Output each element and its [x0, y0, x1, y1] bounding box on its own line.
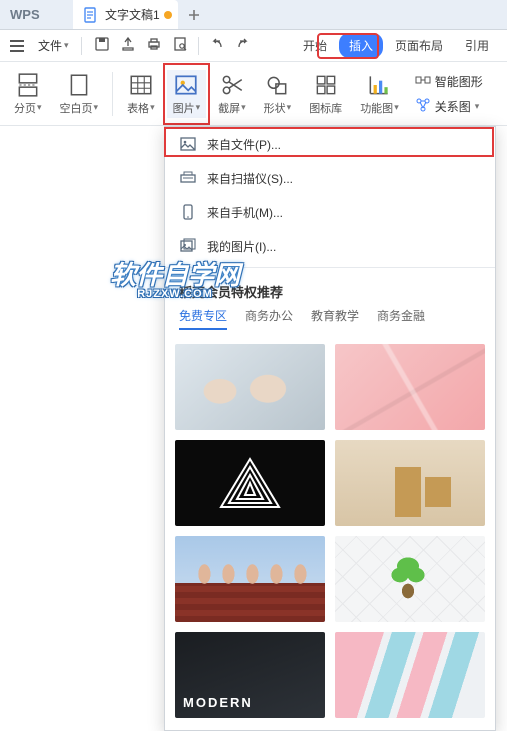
image-file-icon [179, 135, 197, 153]
quick-access-toolbar [94, 36, 251, 55]
shape-button[interactable]: 形状▾ [258, 70, 298, 118]
phone-icon [179, 203, 197, 221]
export-icon[interactable] [120, 36, 136, 55]
smart-shape-label: 智能图形 [435, 73, 483, 90]
category-business-finance[interactable]: 商务金融 [377, 307, 425, 330]
picture-icon [173, 72, 199, 98]
hamburger-icon[interactable] [8, 34, 26, 58]
category-business-office[interactable]: 商务办公 [245, 307, 293, 330]
thumbnail-pink-polygon[interactable] [335, 344, 485, 430]
tab-start[interactable]: 开始 [293, 33, 337, 58]
menu-from-file[interactable]: 来自文件(P)... [165, 127, 495, 161]
thumbnail-business-people[interactable] [335, 440, 485, 526]
menu-from-phone-label: 来自手机(M)... [207, 204, 283, 221]
category-education[interactable]: 教育教学 [311, 307, 359, 330]
menu-from-file-label: 来自文件(P)... [207, 136, 281, 153]
recommendation-title: 稻壳会员特权推荐 [165, 272, 495, 307]
new-tab-button[interactable] [178, 0, 210, 29]
save-icon[interactable] [94, 36, 110, 55]
thumbnail-grid: MODERN [165, 338, 495, 730]
file-menu-label: 文件 [38, 37, 62, 54]
smart-shape-button[interactable]: 智能图形 [415, 72, 483, 91]
page-break-icon [15, 72, 41, 98]
document-icon [83, 7, 99, 23]
menu-my-pictures-label: 我的图片(I)... [207, 238, 276, 255]
table-button[interactable]: 表格▾ [121, 70, 161, 118]
document-tab[interactable]: 文字文稿1 [73, 0, 178, 29]
gallery-icon [179, 237, 197, 255]
title-bar: WPS 文字文稿1 [0, 0, 507, 30]
table-icon [128, 72, 154, 98]
ribbon-tabs: 开始 插入 页面布局 引用 [293, 33, 499, 58]
separator [112, 72, 113, 116]
scanner-icon [179, 169, 197, 187]
blank-page-button[interactable]: 空白页▾ [54, 70, 105, 118]
thumbnail-modern[interactable]: MODERN [175, 632, 325, 718]
thumbnail-hands[interactable] [175, 344, 325, 430]
menu-my-pictures[interactable]: 我的图片(I)... [165, 229, 495, 263]
thumbnail-modern-label: MODERN [183, 695, 253, 710]
icon-library-button[interactable]: 图标库 [303, 70, 348, 118]
screenshot-button[interactable]: 截屏▾ [212, 70, 252, 118]
paging-button[interactable]: 分页▾ [8, 70, 48, 118]
undo-icon[interactable] [209, 36, 225, 55]
menu-from-scanner-label: 来自扫描仪(S)... [207, 170, 293, 187]
app-logo: WPS [0, 0, 73, 29]
document-title: 文字文稿1 [105, 6, 160, 23]
picture-dropdown: 来自文件(P)... 来自扫描仪(S)... 来自手机(M)... 我的图片(I… [164, 126, 496, 731]
icon-library-icon [313, 72, 339, 98]
print-icon[interactable] [146, 36, 162, 55]
scissors-icon [219, 72, 245, 98]
redo-icon[interactable] [235, 36, 251, 55]
menu-from-scanner[interactable]: 来自扫描仪(S)... [165, 161, 495, 195]
thumbnail-thumbs-up[interactable] [175, 536, 325, 622]
chevron-down-icon: ▾ [64, 40, 69, 51]
menu-bar: 文件 ▾ 开始 插入 页面布局 引用 [0, 30, 507, 62]
tab-page-layout[interactable]: 页面布局 [385, 33, 453, 58]
smart-shape-icon [415, 72, 431, 91]
picture-button[interactable]: 图片▾ [167, 70, 207, 118]
separator [81, 37, 82, 55]
tab-insert[interactable]: 插入 [339, 33, 383, 58]
chart-icon [366, 72, 392, 98]
thumbnail-popsicles[interactable] [335, 632, 485, 718]
file-menu[interactable]: 文件 ▾ [38, 37, 69, 54]
function-figure-button[interactable]: 功能图▾ [354, 70, 405, 118]
relation-chart-label: 关系图 [435, 98, 471, 115]
relation-icon [415, 97, 431, 116]
category-row: 免费专区 商务办公 教育教学 商务金融 [165, 307, 495, 338]
relation-chart-button[interactable]: 关系图▾ [415, 97, 483, 116]
separator [198, 37, 199, 55]
blank-page-icon [66, 72, 92, 98]
modified-indicator-icon [164, 11, 172, 19]
thumbnail-triangles[interactable] [175, 440, 325, 526]
preview-icon[interactable] [172, 36, 188, 55]
thumbnail-plant-puzzle[interactable] [335, 536, 485, 622]
ribbon: 分页▾ 空白页▾ 表格▾ 图片▾ 截屏▾ 形状▾ 图标库 功能图▾ 智能图形 关… [0, 62, 507, 126]
shape-icon [264, 72, 290, 98]
tab-references[interactable]: 引用 [455, 33, 499, 58]
menu-from-phone[interactable]: 来自手机(M)... [165, 195, 495, 229]
menu-separator [165, 267, 495, 268]
category-free[interactable]: 免费专区 [179, 307, 227, 330]
